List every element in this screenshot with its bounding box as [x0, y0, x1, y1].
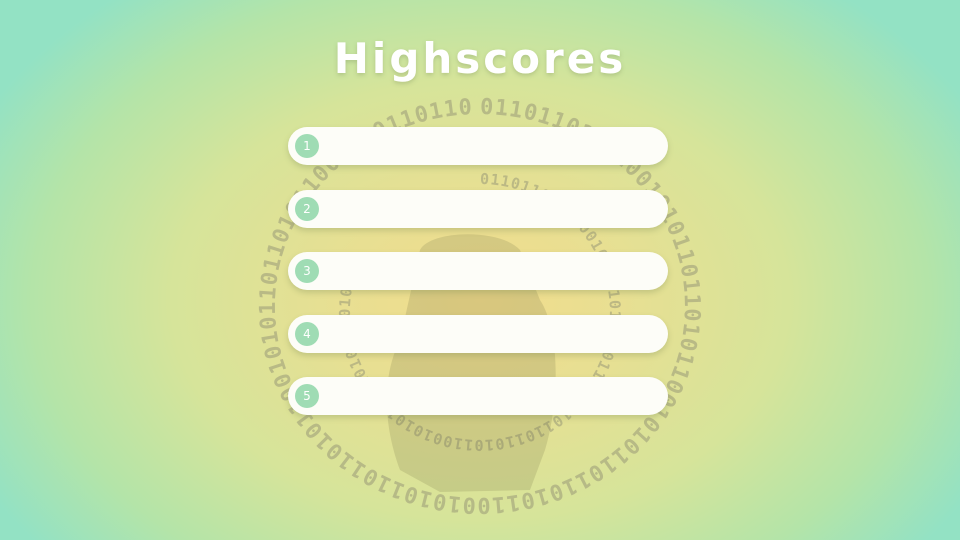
- page-title: Highscores: [333, 34, 627, 83]
- rank-badge: 1: [295, 134, 319, 158]
- rank-badge: 2: [295, 196, 319, 221]
- highscore-row: 3: [288, 252, 668, 290]
- highscore-row: 1: [288, 127, 668, 165]
- highscore-row: 5: [288, 377, 668, 415]
- rank-badge: 5: [295, 384, 319, 408]
- highscore-row: 4: [288, 314, 668, 353]
- rank-badge: 4: [295, 321, 319, 346]
- highscore-list: 1 2 3 4 5: [288, 127, 668, 440]
- highscore-row: 2: [288, 189, 668, 228]
- rank-badge: 3: [295, 259, 319, 283]
